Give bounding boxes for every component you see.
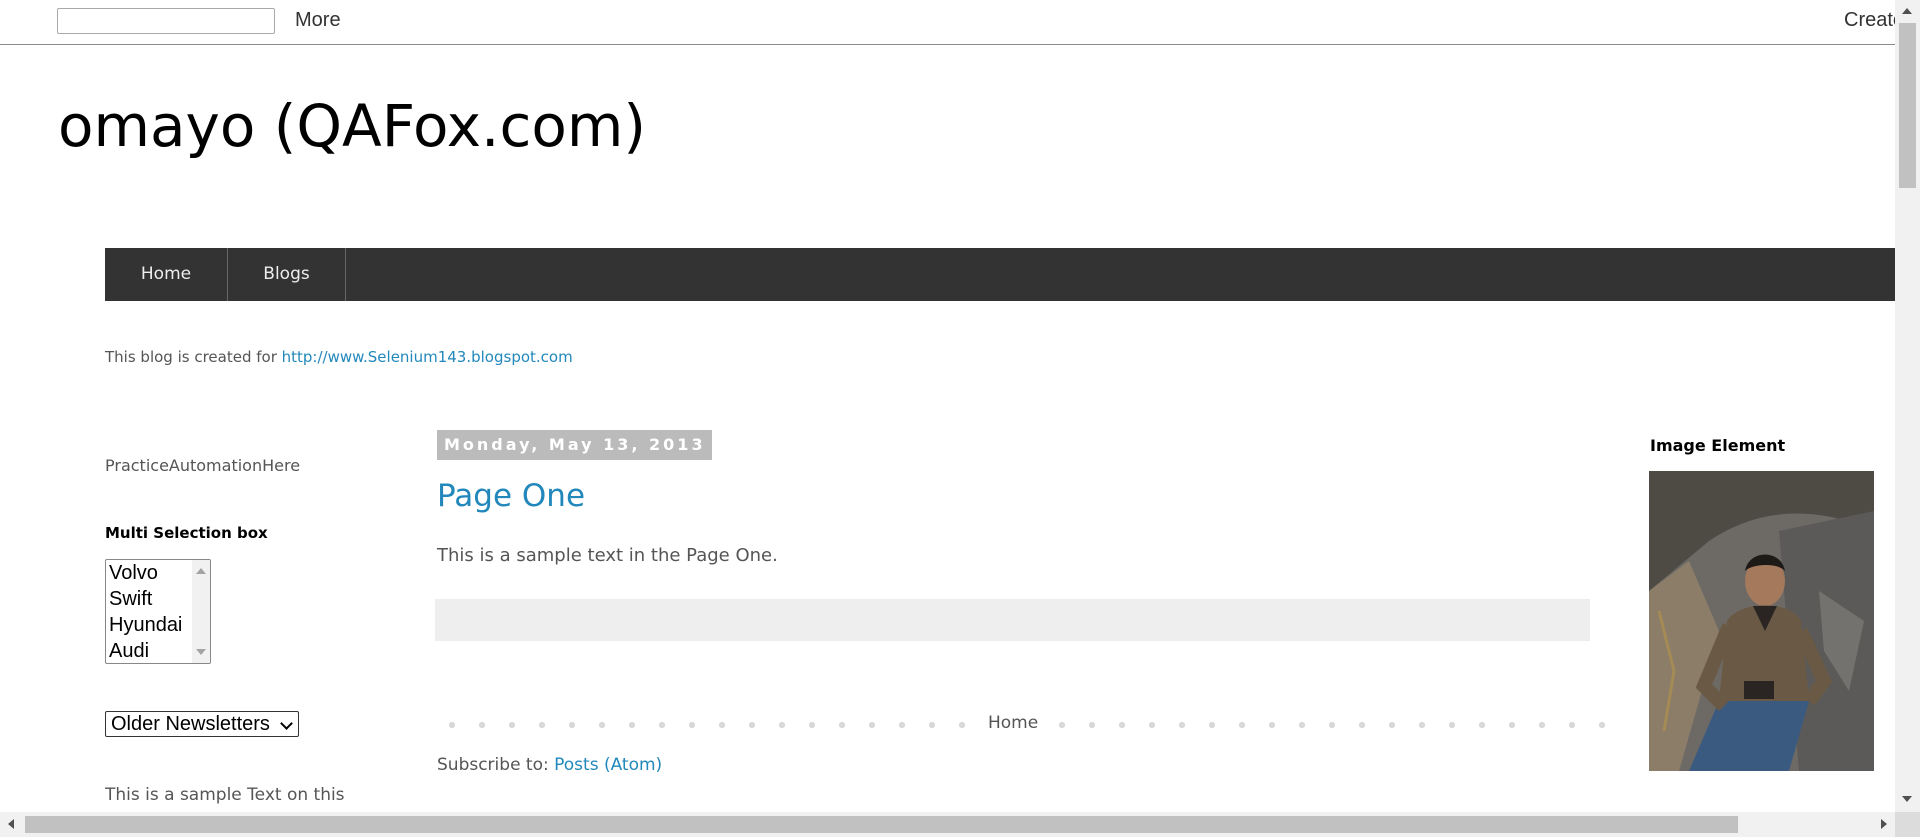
post-body-text: This is a sample text in the Page One. — [437, 545, 778, 566]
subscribe-line: Subscribe to: Posts (Atom) — [437, 755, 662, 775]
multi-selection-listbox[interactable]: Volvo Swift Hyundai Audi — [105, 559, 211, 664]
navbar-search-input[interactable] — [57, 8, 275, 34]
practice-automation-text: PracticeAutomationHere — [105, 456, 301, 475]
older-newsletters-dropdown[interactable]: Older Newsletters — [105, 711, 299, 737]
pager-divider-dots — [437, 722, 977, 728]
blogger-navbar: More Create — [0, 0, 1895, 45]
blog-title[interactable]: omayo (QAFox.com) — [58, 92, 646, 160]
page-viewport: More Create omayo (QAFox.com) Home Blogs… — [0, 0, 1895, 812]
multi-selection-heading: Multi Selection box — [105, 524, 268, 542]
pager-divider-dots — [1037, 722, 1607, 728]
horizontal-scrollbar[interactable] — [0, 812, 1895, 837]
scroll-down-arrow-icon[interactable] — [1902, 796, 1912, 802]
listbox-scrollbar[interactable] — [192, 560, 210, 663]
blog-description: This blog is created for http://www.Sele… — [105, 348, 573, 366]
scrollbar-corner — [1895, 812, 1920, 837]
scroll-right-arrow-icon[interactable] — [1881, 819, 1887, 829]
page-tabs-nav: Home Blogs — [105, 248, 1895, 301]
pager-home-link[interactable]: Home — [988, 713, 1038, 733]
navbar-more-link[interactable]: More — [295, 9, 341, 32]
vertical-scroll-thumb[interactable] — [1899, 23, 1916, 188]
person-photo-illustration — [1649, 471, 1874, 771]
blog-description-text: This blog is created for — [105, 348, 282, 366]
chevron-down-icon — [280, 717, 293, 730]
scroll-down-icon[interactable] — [196, 649, 206, 655]
horizontal-scroll-thumb[interactable] — [25, 816, 1738, 833]
sample-text-paragraph: This is a sample Text on this — [105, 785, 345, 805]
post-footer — [435, 599, 1590, 641]
subscribe-posts-atom-link[interactable]: Posts (Atom) — [554, 755, 662, 775]
navbar-create-blog-link[interactable]: Create — [1844, 9, 1895, 32]
subscribe-text: Subscribe to: — [437, 755, 555, 775]
vertical-scrollbar[interactable] — [1895, 0, 1920, 812]
post-date-header: Monday, May 13, 2013 — [437, 430, 712, 460]
scroll-up-icon[interactable] — [196, 568, 206, 574]
scroll-up-arrow-icon[interactable] — [1902, 8, 1912, 14]
profile-photo — [1649, 471, 1874, 771]
tab-home[interactable]: Home — [105, 248, 228, 301]
blog-description-link[interactable]: http://www.Selenium143.blogspot.com — [282, 348, 573, 366]
blog-pager: Home — [437, 711, 1607, 735]
post-title-link[interactable]: Page One — [437, 478, 585, 514]
older-newsletters-selected: Older Newsletters — [111, 713, 270, 735]
scroll-left-arrow-icon[interactable] — [8, 819, 14, 829]
image-element-heading: Image Element — [1650, 436, 1786, 455]
tab-blogs[interactable]: Blogs — [228, 248, 346, 301]
